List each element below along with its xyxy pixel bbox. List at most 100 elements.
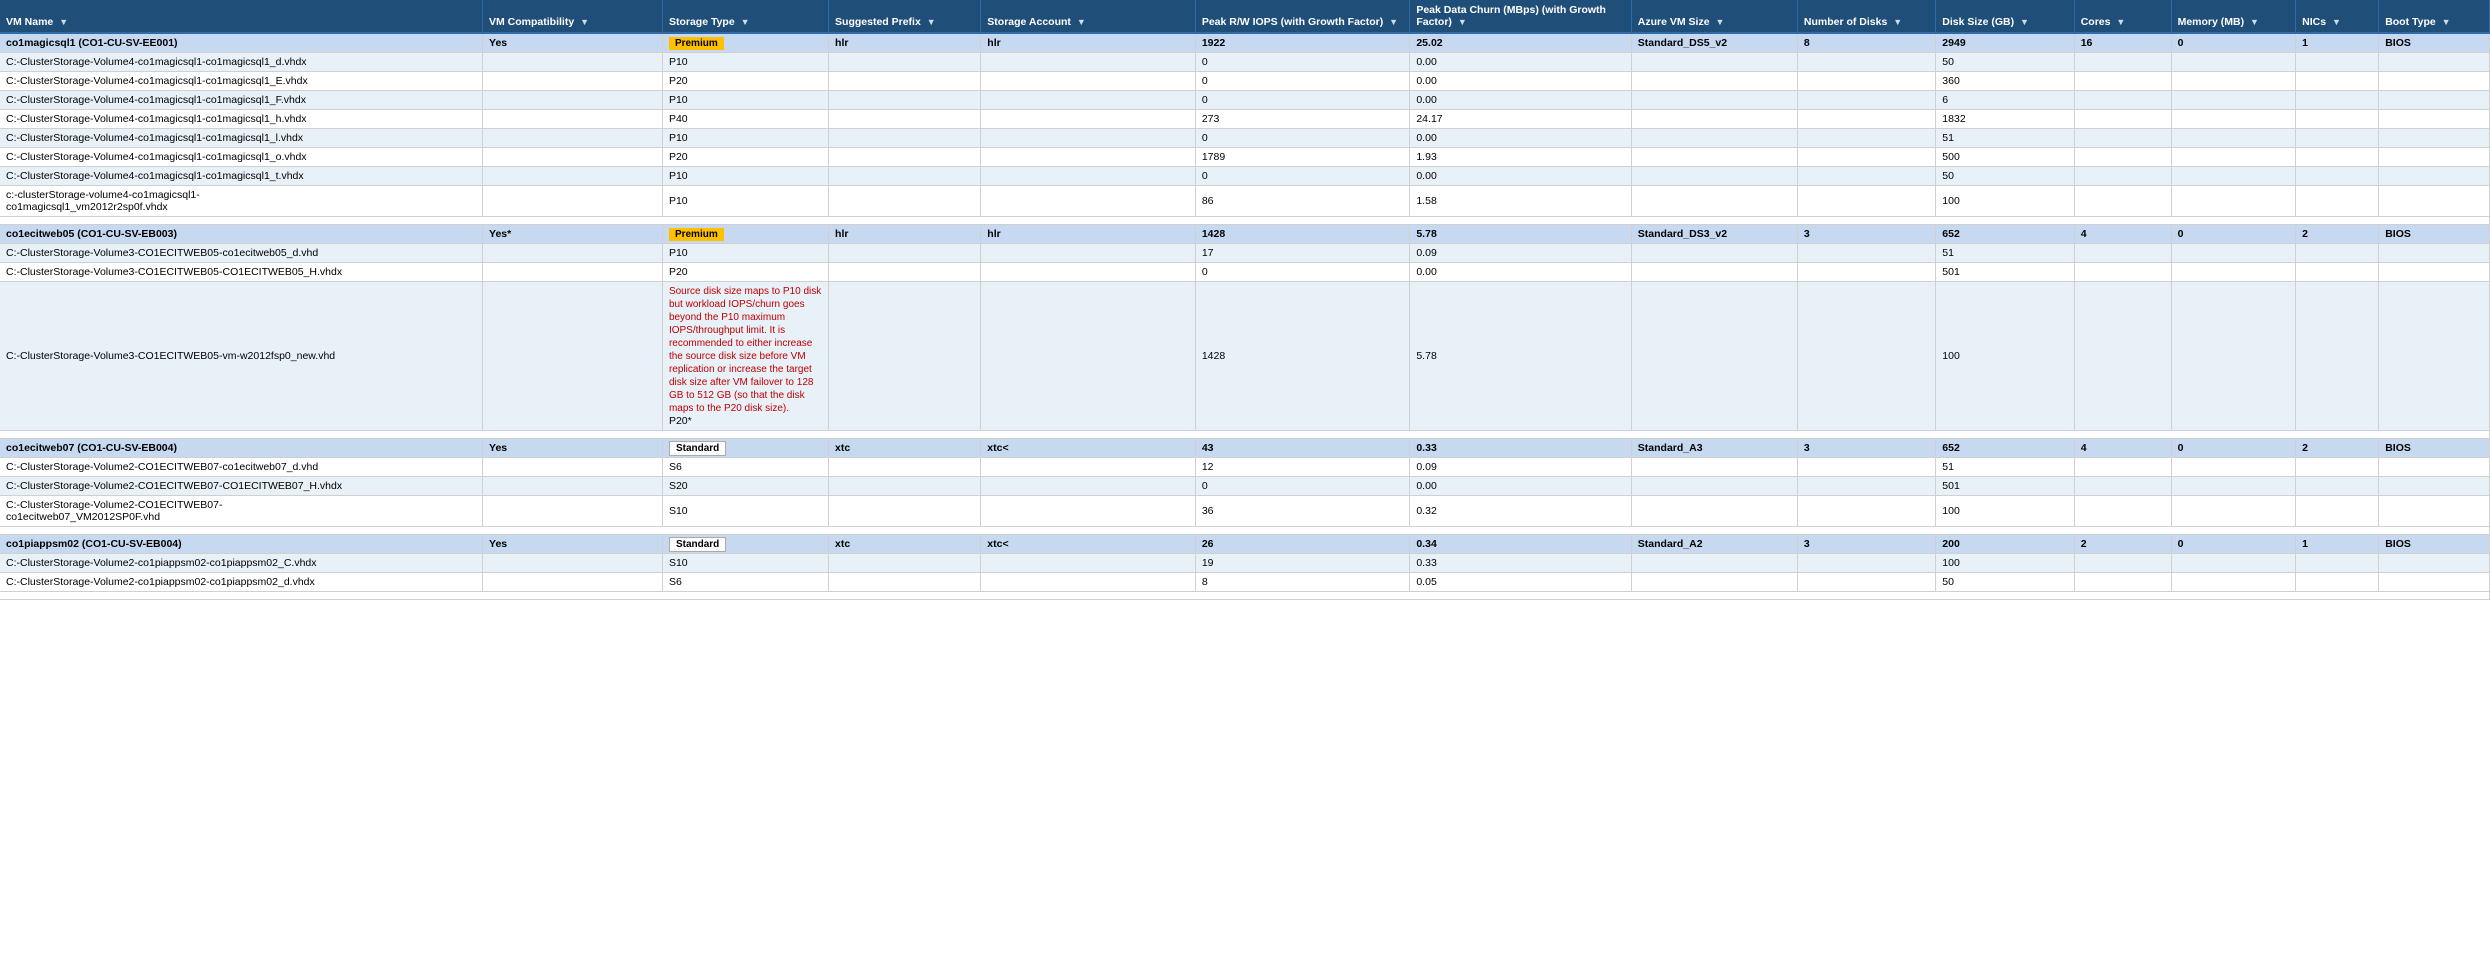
disk-peak-churn-cell: 1.93 [1410,148,1631,167]
disk-storage-type-cell: S6 [662,573,828,592]
disk-row: c:-clusterStorage-volume4-co1magicsql1-c… [0,186,2490,217]
disk-boot-type-cell [2379,167,2490,186]
disk-memory-cell [2171,477,2296,496]
disk-name-cell: C:-ClusterStorage-Volume2-CO1ECITWEB07-c… [0,458,483,477]
col-header-storage-account[interactable]: Storage Account ▼ [981,0,1196,33]
col-header-vm-name[interactable]: VM Name ▼ [0,0,483,33]
disk-nics-cell [2296,110,2379,129]
disk-storage-type-value: P10 [669,247,688,259]
disk-cores-cell [2074,263,2171,282]
disk-nics-cell [2296,554,2379,573]
disk-account-cell [981,167,1196,186]
sort-icon-num-disks: ▼ [1893,17,1902,27]
disk-storage-type-value: S20 [669,480,688,492]
peak-churn-cell: 5.78 [1410,225,1631,244]
disk-account-cell [981,554,1196,573]
disk-name-cell: C:-ClusterStorage-Volume4-co1magicsql1-c… [0,167,483,186]
disk-num-disks-cell [1797,554,1935,573]
disk-name-cell: C:-ClusterStorage-Volume4-co1magicsql1-c… [0,72,483,91]
suggested-prefix-cell: xtc [829,439,981,458]
col-header-azure-vm-size[interactable]: Azure VM Size ▼ [1631,0,1797,33]
disk-peak-rw-cell: 86 [1195,186,1410,217]
disk-peak-rw-cell: 1789 [1195,148,1410,167]
sort-icon-peak-churn: ▼ [1458,17,1467,27]
disk-row: C:-ClusterStorage-Volume4-co1magicsql1-c… [0,91,2490,110]
col-header-nics[interactable]: NICs ▼ [2296,0,2379,33]
disk-num-disks-cell [1797,148,1935,167]
peak-rw-cell: 26 [1195,535,1410,554]
disk-account-cell [981,91,1196,110]
disk-storage-type-value: P20 [669,151,688,163]
vm-assessment-table: VM Name ▼ VM Compatibility ▼ Storage Typ… [0,0,2490,600]
disk-row: C:-ClusterStorage-Volume4-co1magicsql1-c… [0,53,2490,72]
disk-memory-cell [2171,244,2296,263]
disk-azure-vm-cell [1631,554,1797,573]
disk-peak-churn-cell: 0.00 [1410,129,1631,148]
disk-row: C:-ClusterStorage-Volume2-CO1ECITWEB07-C… [0,477,2490,496]
col-header-boot-type[interactable]: Boot Type ▼ [2379,0,2490,33]
storage-type-badge: Premium [669,228,724,241]
disk-account-cell [981,477,1196,496]
suggested-prefix-cell: xtc [829,535,981,554]
disk-name-cell: C:-ClusterStorage-Volume4-co1magicsql1-c… [0,91,483,110]
disk-row: C:-ClusterStorage-Volume2-CO1ECITWEB07-c… [0,458,2490,477]
disk-peak-rw-cell: 0 [1195,53,1410,72]
disk-cores-cell [2074,110,2171,129]
disk-boot-type-cell [2379,282,2490,431]
disk-compat-cell [483,72,663,91]
disk-storage-type-value: P10 [669,195,688,207]
disk-azure-vm-cell [1631,496,1797,527]
disk-size-cell: 360 [1936,72,2074,91]
col-header-vm-compat[interactable]: VM Compatibility ▼ [483,0,663,33]
disk-size-cell: 200 [1936,535,2074,554]
disk-num-disks-cell [1797,53,1935,72]
col-header-peak-churn[interactable]: Peak Data Churn (MBps) (with Growth Fact… [1410,0,1631,33]
col-header-storage-type[interactable]: Storage Type ▼ [662,0,828,33]
col-header-disk-size[interactable]: Disk Size (GB) ▼ [1936,0,2074,33]
col-header-memory[interactable]: Memory (MB) ▼ [2171,0,2296,33]
vm-name-cell: co1magicsql1 (CO1-CU-SV-EE001) [0,33,483,53]
disk-peak-rw-cell: 8 [1195,573,1410,592]
disk-name-cell: C:-ClusterStorage-Volume4-co1magicsql1-c… [0,53,483,72]
disk-peak-churn-cell: 0.00 [1410,53,1631,72]
disk-row: C:-ClusterStorage-Volume4-co1magicsql1-c… [0,110,2490,129]
disk-cores-cell [2074,458,2171,477]
disk-peak-churn-cell: 0.09 [1410,458,1631,477]
disk-name-cell: C:-ClusterStorage-Volume4-co1magicsql1-c… [0,129,483,148]
disk-account-cell [981,573,1196,592]
disk-name-cell: C:-ClusterStorage-Volume3-CO1ECITWEB05-c… [0,244,483,263]
disk-nics-cell [2296,186,2379,217]
col-header-peak-rw[interactable]: Peak R/W IOPS (with Growth Factor) ▼ [1195,0,1410,33]
disk-account-cell [981,110,1196,129]
disk-azure-vm-cell [1631,244,1797,263]
vm-name-cell: co1ecitweb07 (CO1-CU-SV-EB004) [0,439,483,458]
storage-account-cell: xtc< [981,439,1196,458]
main-table-container: VM Name ▼ VM Compatibility ▼ Storage Typ… [0,0,2490,600]
disk-row: C:-ClusterStorage-Volume2-CO1ECITWEB07-c… [0,496,2490,527]
vm-compat-cell: Yes* [483,225,663,244]
disk-azure-vm-cell [1631,110,1797,129]
col-header-suggested-prefix[interactable]: Suggested Prefix ▼ [829,0,981,33]
disk-memory-cell [2171,72,2296,91]
col-header-num-disks[interactable]: Number of Disks ▼ [1797,0,1935,33]
disk-compat-cell [483,458,663,477]
disk-storage-type-value: P10 [669,94,688,106]
disk-cores-cell [2074,573,2171,592]
disk-peak-churn-cell: 0.33 [1410,554,1631,573]
cores-cell: 16 [2074,33,2171,53]
disk-nics-cell [2296,458,2379,477]
disk-size-cell: 50 [1936,573,2074,592]
disk-storage-type-value: P10 [669,56,688,68]
disk-peak-rw-cell: 17 [1195,244,1410,263]
col-header-cores[interactable]: Cores ▼ [2074,0,2171,33]
disk-size-cell: 51 [1936,244,2074,263]
disk-peak-churn-cell: 0.00 [1410,477,1631,496]
disk-storage-type-value: S10 [669,557,688,569]
disk-num-disks-cell [1797,167,1935,186]
disk-azure-vm-cell [1631,53,1797,72]
disk-storage-type-value: P20* [669,415,692,427]
disk-storage-type-value: P20 [669,75,688,87]
disk-prefix-cell [829,496,981,527]
disk-num-disks-cell [1797,72,1935,91]
disk-prefix-cell [829,167,981,186]
